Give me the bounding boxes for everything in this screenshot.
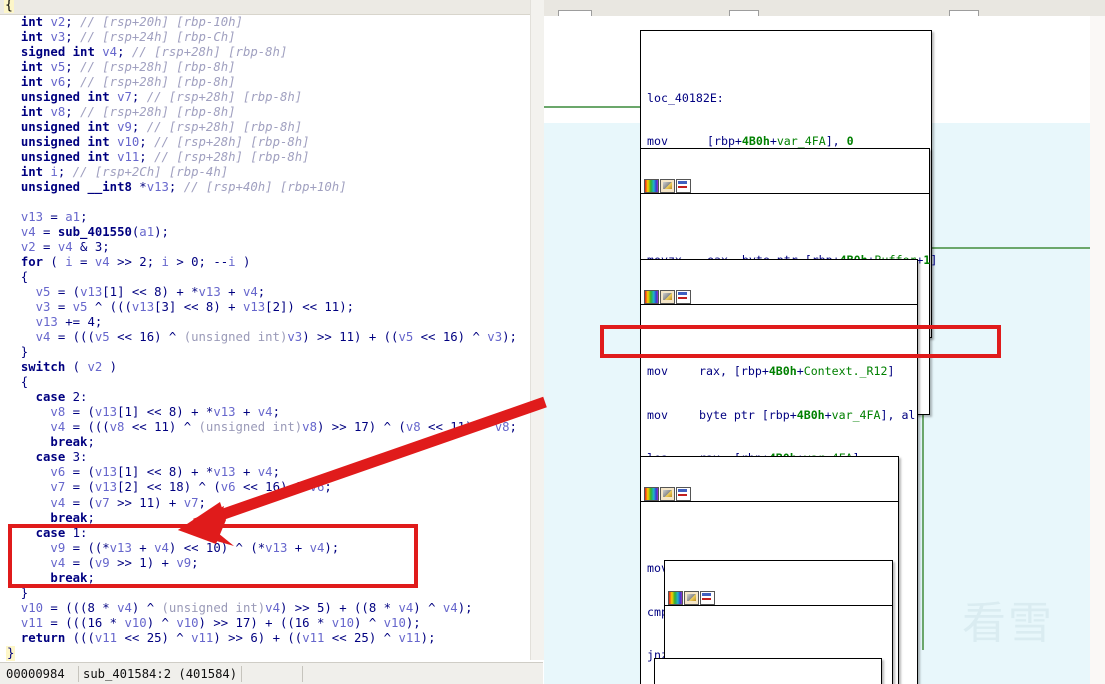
- pseudocode-line[interactable]: int i; // [rsp+2Ch] [rbp-4h]: [0, 165, 512, 180]
- pseudocode-line[interactable]: int v3; // [rsp+24h] [rbp-Ch]: [0, 30, 512, 45]
- color-palette-icon[interactable]: [644, 289, 659, 304]
- color-palette-icon[interactable]: [668, 590, 683, 605]
- graph-node-bottom-partial[interactable]: [654, 658, 882, 684]
- pseudocode-line[interactable]: v13 += 4;: [0, 315, 512, 330]
- edit-pencil-icon[interactable]: [684, 590, 699, 605]
- pseudocode-line[interactable]: unsigned int v11; // [rsp+28h] [rbp-8h]: [0, 150, 512, 165]
- pseudocode-line[interactable]: case 2:: [0, 390, 512, 405]
- pseudocode-line[interactable]: v4 = (((v5 << 16) ^ (unsigned int)v3) >>…: [0, 330, 517, 345]
- status-extra: [272, 666, 303, 682]
- pseudocode-line[interactable]: int v2; // [rsp+20h] [rbp-10h]: [0, 15, 512, 30]
- instruction-row[interactable]: mov rax, [rbp+4B0h+Context._R12]: [647, 364, 913, 378]
- watermark-text: 看雪: [962, 598, 1054, 649]
- open-brace: {: [4, 0, 14, 13]
- graph-right-margin: [1090, 16, 1105, 684]
- pseudocode-line[interactable]: int v6; // [rsp+28h] [rbp-8h]: [0, 75, 512, 90]
- status-offset: 00000984: [6, 667, 65, 681]
- pseudocode-line[interactable]: signed int v4; // [rsp+28h] [rbp-8h]: [0, 45, 512, 60]
- node-titlebar: [641, 288, 917, 305]
- pseudocode-line[interactable]: case 3:: [0, 450, 512, 465]
- pseudocode-line[interactable]: for ( i = v4 >> 2; i > 0; --i ): [0, 255, 512, 270]
- pseudocode-line[interactable]: v10 = (((8 * v4) ^ (unsigned int)v4) >> …: [0, 601, 512, 616]
- color-palette-icon[interactable]: [644, 486, 659, 501]
- pseudocode-line[interactable]: unsigned __int8 *v13; // [rsp+40h] [rbp+…: [0, 180, 512, 195]
- pseudocode-line[interactable]: v5 = (v13[1] << 8) + *v13 + v4;: [0, 285, 512, 300]
- pseudocode-line[interactable]: v4 = sub_401550(a1);: [0, 225, 512, 240]
- edit-pencil-icon[interactable]: [660, 178, 675, 193]
- graph-layout-icon[interactable]: [700, 590, 715, 605]
- pseudocode-line[interactable]: v11 = (((16 * v10) ^ v10) >> 17) + ((16 …: [0, 616, 512, 631]
- pseudocode-line[interactable]: return (((v11 << 25) ^ v11) >> 6) + ((v1…: [0, 631, 512, 646]
- pseudocode-line[interactable]: [0, 195, 512, 210]
- pseudocode-line[interactable]: }: [0, 645, 512, 661]
- graph-layout-icon[interactable]: [676, 289, 691, 304]
- node-label-line: loc_40182E:: [647, 90, 724, 105]
- annotation-box-call: [600, 325, 1001, 358]
- pseudocode-line[interactable]: v2 = v4 & 3;: [0, 240, 512, 255]
- pseudocode-line[interactable]: {: [0, 375, 512, 390]
- pseudocode-top-strip: {: [0, 0, 530, 15]
- pseudocode-line[interactable]: int v5; // [rsp+28h] [rbp-8h]: [0, 60, 512, 75]
- status-location: sub_401584:2 (401584): [78, 666, 243, 682]
- node-titlebar: [641, 177, 929, 194]
- pseudocode-line[interactable]: int v8; // [rsp+28h] [rbp-8h]: [0, 105, 512, 120]
- node-titlebar: [665, 589, 892, 606]
- pseudocode-line[interactable]: break;: [0, 435, 512, 450]
- pseudocode-line[interactable]: unsigned int v7; // [rsp+28h] [rbp-8h]: [0, 90, 512, 105]
- pseudocode-line[interactable]: v3 = v5 ^ (((v13[3] << 8) + v13[2]) << 1…: [0, 300, 512, 315]
- pseudocode-line[interactable]: v6 = (v13[1] << 8) + *v13 + v4;: [0, 465, 512, 480]
- pseudocode-line[interactable]: unsigned int v9; // [rsp+28h] [rbp-8h]: [0, 120, 512, 135]
- graph-tab-strip[interactable]: [544, 0, 1105, 17]
- status-bar: 00000984 sub_401584:2 (401584): [0, 662, 543, 684]
- node-titlebar: [641, 485, 898, 502]
- pseudocode-line[interactable]: }: [0, 345, 512, 360]
- graph-layout-icon[interactable]: [676, 178, 691, 193]
- screenshot-root: { int v2; // [rsp+20h] [rbp-10h] int v3;…: [0, 0, 1105, 684]
- pseudocode-line[interactable]: v13 = a1;: [0, 210, 512, 225]
- edit-pencil-icon[interactable]: [660, 486, 675, 501]
- edit-pencil-icon[interactable]: [660, 289, 675, 304]
- graph-layout-icon[interactable]: [676, 486, 691, 501]
- pseudocode-line[interactable]: {: [0, 270, 512, 285]
- pseudocode-line[interactable]: v7 = (v13[2] << 18) ^ (v6 << 16) ^ v6;: [0, 480, 512, 495]
- pseudocode-line[interactable]: unsigned int v10; // [rsp+28h] [rbp-8h]: [0, 135, 512, 150]
- pseudocode-line[interactable]: switch ( v2 ): [0, 360, 512, 375]
- color-palette-icon[interactable]: [644, 178, 659, 193]
- pseudocode-line[interactable]: v4 = (((v8 << 11) ^ (unsigned int)v8) >>…: [0, 420, 516, 435]
- pseudocode-line[interactable]: v8 = (v13[1] << 8) + *v13 + v4;: [0, 405, 512, 420]
- pseudocode-line[interactable]: v4 = (v7 >> 11) + v7;: [0, 496, 512, 511]
- pseudocode-vertical-scrollbar[interactable]: [530, 0, 545, 660]
- instruction-row[interactable]: mov [rbp+4B0h+var_4FA], 0: [647, 134, 927, 148]
- annotation-box-case1: [8, 524, 418, 588]
- instruction-row[interactable]: mov byte ptr [rbp+4B0h+var_4FA], al: [647, 408, 915, 422]
